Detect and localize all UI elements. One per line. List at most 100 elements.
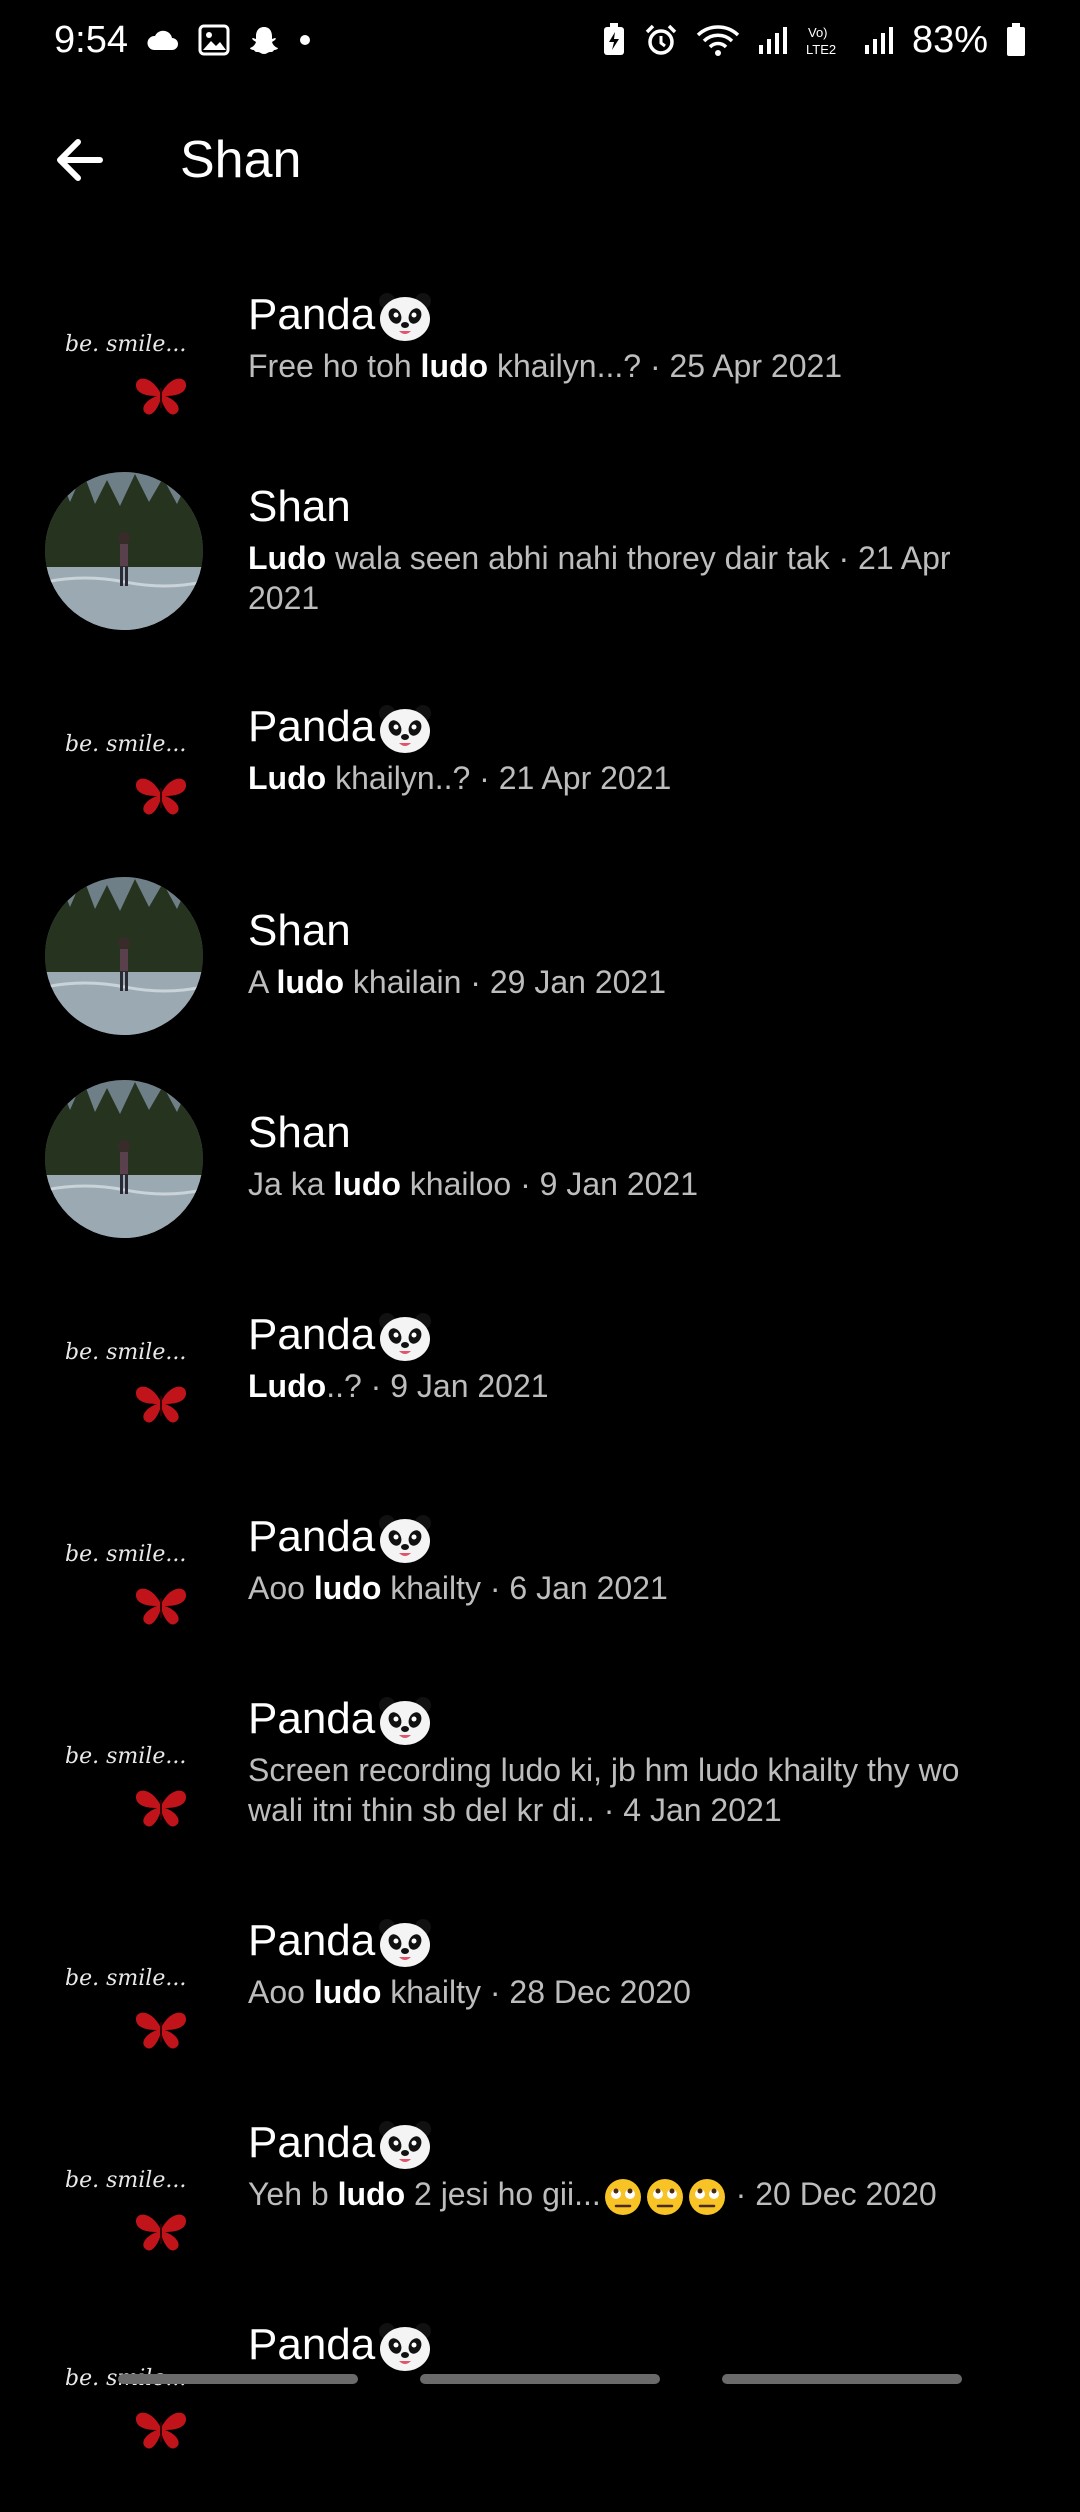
search-match: Ludo — [248, 1368, 327, 1404]
sender-name: Panda — [248, 1512, 433, 1565]
sender-name-text: Panda — [248, 1310, 376, 1359]
avatar-be-smile[interactable]: be. smile... — [45, 2128, 203, 2286]
snippet-text: Free ho toh — [248, 348, 421, 384]
search-match: ludo — [420, 348, 489, 384]
status-time: 9:54 — [54, 18, 128, 61]
avatar-be-smile[interactable]: be. smile... — [45, 1300, 203, 1458]
panda-emoji-icon — [379, 1919, 432, 1968]
nav-back-handle[interactable] — [722, 2374, 962, 2384]
search-result-row[interactable]: Shan Ludo wala seen abhi nahi thorey dair… — [0, 444, 1080, 634]
message-snippet: Yeh b ludo 2 jesi ho gii... · 20 Dec 202… — [248, 2174, 1018, 2217]
emoji-group — [601, 2176, 727, 2215]
avatar-be-smile[interactable]: be. smile... — [45, 292, 203, 450]
wifi-icon — [696, 23, 740, 57]
svg-text:LTE2: LTE2 — [806, 42, 836, 57]
search-match: Ludo — [248, 540, 327, 576]
butterfly-icon — [135, 2214, 187, 2251]
snippet-text: wala seen abhi nahi thorey dair tak — [326, 540, 830, 576]
eye-roll-emoji-icon — [604, 2178, 641, 2215]
sender-name-text: Panda — [248, 1512, 376, 1561]
nav-recents-handle[interactable] — [118, 2374, 358, 2384]
search-result-row[interactable]: be. smile... Panda Aoo ludo khailty · 6 Ja… — [0, 1476, 1080, 1666]
message-date: · 20 Dec 2020 — [726, 2176, 937, 2212]
sender-name: Shan — [248, 482, 351, 532]
snippet-text: Yeh b — [248, 2176, 338, 2212]
message-snippet: Ludo wala seen abhi nahi thorey dair tak… — [248, 538, 1018, 618]
back-button[interactable] — [40, 120, 120, 200]
avatar-photo[interactable] — [45, 877, 203, 1035]
search-match: ludo — [333, 1166, 401, 1202]
search-result-row[interactable]: be. smile... Panda Yeh b ludo 2 jesi ho gi… — [0, 2102, 1080, 2292]
message-date: · 4 Jan 2021 — [594, 1792, 782, 1828]
panda-emoji-icon — [379, 2121, 432, 2170]
search-match: ludo — [337, 2176, 406, 2212]
message-snippet: Screen recording ludo ki, jb hm ludo kha… — [248, 1750, 1018, 1830]
search-match: Ludo — [248, 760, 327, 796]
message-snippet: Ludo khailyn..? · 21 Apr 2021 — [248, 758, 1018, 798]
sender-name: Panda — [248, 1310, 433, 1363]
butterfly-icon — [135, 1386, 187, 1423]
avatar-be-smile[interactable]: be. smile... — [45, 2326, 203, 2484]
battery-percent: 83% — [911, 18, 988, 61]
search-result-row[interactable]: be. smile...Panda — [0, 2320, 1080, 2512]
panda-emoji-icon — [379, 293, 432, 342]
avatar-be-smile[interactable]: be. smile... — [45, 1926, 203, 2084]
search-result-row[interactable]: be. smile... Panda Aoo ludo khailty · 28 D… — [0, 1900, 1080, 2090]
search-result-row[interactable]: Shan A ludo khailain · 29 Jan 2021 — [0, 870, 1080, 1060]
sender-name-text: Shan — [248, 1108, 351, 1157]
message-date: · 21 Apr 2021 — [470, 760, 672, 796]
butterfly-icon — [135, 2412, 187, 2449]
butterfly-icon — [135, 1588, 187, 1625]
navigation-bar — [0, 2360, 1080, 2400]
nav-home-handle[interactable] — [420, 2374, 660, 2384]
avatar-be-smile[interactable]: be. smile... — [45, 1502, 203, 1660]
message-date: · 9 Jan 2021 — [361, 1368, 549, 1404]
avatar-caption: be. smile... — [65, 1542, 187, 1567]
avatar-photo[interactable] — [45, 472, 203, 630]
sender-name: Panda — [248, 290, 433, 343]
avatar-be-smile[interactable]: be. smile... — [45, 1704, 203, 1862]
signal-icon — [758, 25, 788, 55]
snippet-text: khailyn..? — [326, 760, 471, 796]
search-result-row[interactable]: Shan Ja ka ludo khailoo · 9 Jan 2021 — [0, 1072, 1080, 1262]
snippet-text: Ja ka — [248, 1166, 334, 1202]
avatar-be-smile[interactable]: be. smile... — [45, 692, 203, 850]
signal2-icon — [864, 25, 894, 55]
message-snippet: Aoo ludo khailty · 28 Dec 2020 — [248, 1972, 1018, 2012]
snapchat-icon — [248, 24, 280, 56]
sender-name: Panda — [248, 2118, 433, 2171]
snippet-text: khailoo — [400, 1166, 512, 1202]
cloud-icon — [146, 28, 180, 52]
status-right: Vo) LTE2 83% — [602, 19, 1026, 62]
message-date: · 29 Jan 2021 — [461, 964, 666, 1000]
avatar-caption: be. smile... — [65, 1340, 187, 1365]
battery-saver-icon — [602, 23, 626, 57]
snippet-text: khailyn...? — [488, 348, 642, 384]
sender-name: Panda — [248, 1694, 433, 1747]
panda-emoji-icon — [379, 1515, 432, 1564]
sender-name-text: Shan — [248, 482, 351, 531]
panda-emoji-icon — [379, 1697, 432, 1746]
sender-name: Shan — [248, 1108, 351, 1158]
search-match: ludo — [313, 1974, 382, 2010]
search-match: ludo — [313, 1570, 382, 1606]
avatar-photo[interactable] — [45, 1080, 203, 1238]
avatar-caption: be. smile... — [65, 1744, 187, 1769]
snippet-text: Aoo — [248, 1570, 314, 1606]
snippet-text: Aoo — [248, 1974, 314, 2010]
message-snippet: A ludo khailain · 29 Jan 2021 — [248, 962, 1018, 1002]
status-left: 9:54 — [54, 19, 312, 62]
eye-roll-emoji-icon — [688, 2178, 725, 2215]
search-result-row[interactable]: be. smile... Panda Screen recording ludo k… — [0, 1678, 1080, 1868]
search-match: ludo — [276, 964, 344, 1000]
search-result-row[interactable]: be. smile... Panda Ludo..? · 9 Jan 2021 — [0, 1274, 1080, 1464]
butterfly-icon — [135, 378, 187, 415]
message-date: · 9 Jan 2021 — [511, 1166, 698, 1202]
snippet-text: khailty — [381, 1570, 481, 1606]
sender-name-text: Panda — [248, 290, 376, 339]
sender-name-text: Panda — [248, 2118, 376, 2167]
message-snippet: Free ho toh ludo khailyn...? · 25 Apr 20… — [248, 346, 1018, 386]
search-result-row[interactable]: be. smile... Panda Free ho toh ludo khaily… — [0, 262, 1080, 452]
message-snippet: Ja ka ludo khailoo · 9 Jan 2021 — [248, 1164, 1018, 1204]
search-result-row[interactable]: be. smile... Panda Ludo khailyn..? · 21 Ap… — [0, 668, 1080, 858]
